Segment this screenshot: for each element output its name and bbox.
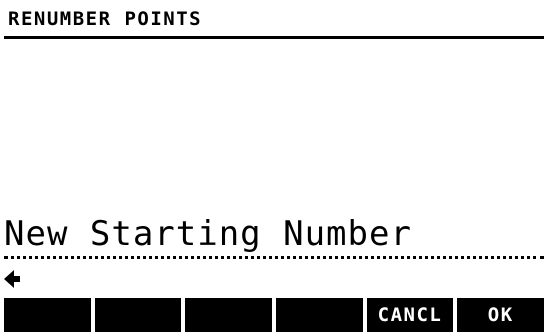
- starting-number-input[interactable]: [4, 262, 544, 296]
- ok-button[interactable]: OK: [457, 298, 545, 332]
- softkey-4[interactable]: [276, 298, 363, 332]
- calculator-screen: RENUMBER POINTS New Starting Number CANC…: [0, 0, 548, 332]
- softkey-bar: CANCL OK: [0, 298, 548, 332]
- prompt-divider: [4, 256, 544, 259]
- prompt-label: New Starting Number: [4, 214, 412, 254]
- page-title: RENUMBER POINTS: [8, 8, 203, 30]
- softkey-2[interactable]: [94, 298, 182, 332]
- title-bar: RENUMBER POINTS: [4, 6, 544, 39]
- cancel-button[interactable]: CANCL: [366, 298, 454, 332]
- left-arrow-cursor-icon: [4, 270, 20, 288]
- softkey-1[interactable]: [4, 298, 91, 332]
- content-area: [0, 40, 548, 214]
- softkey-3[interactable]: [185, 298, 273, 332]
